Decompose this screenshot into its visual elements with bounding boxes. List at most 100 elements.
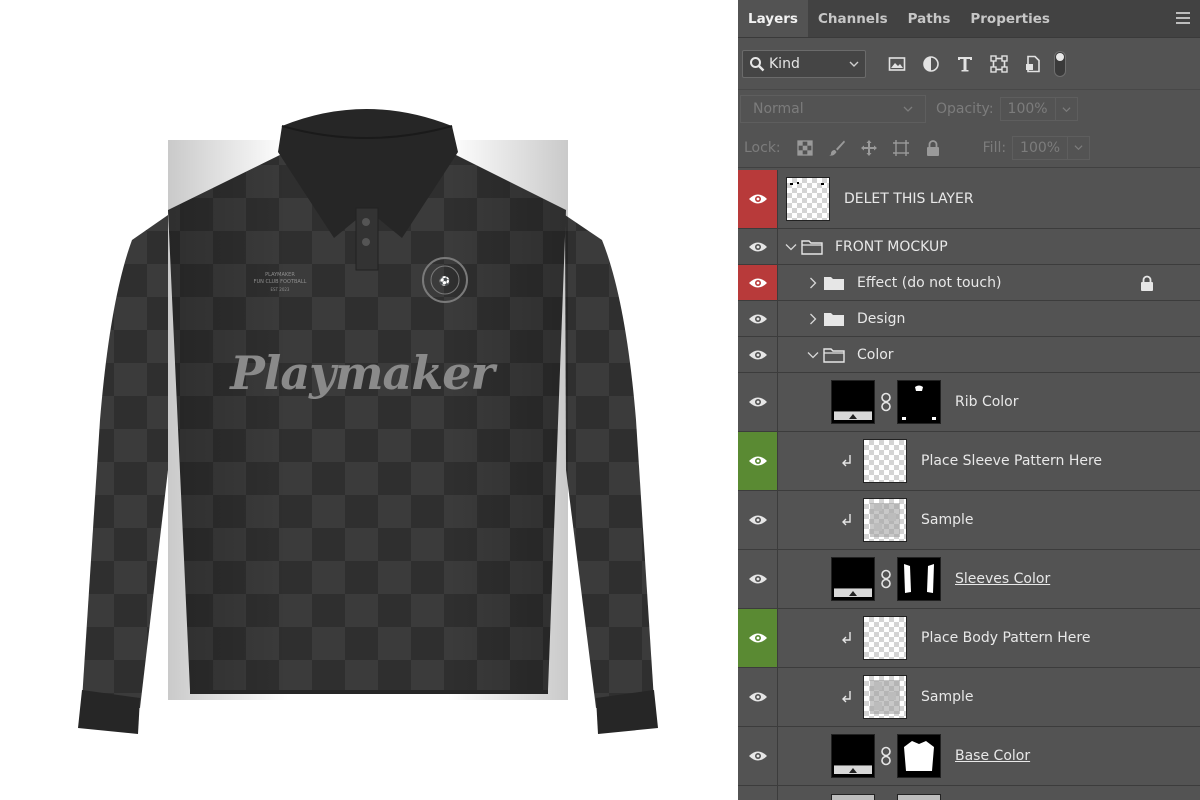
layer-name: Design (857, 310, 906, 327)
lock-row: Lock: Fill: 100% (738, 128, 1200, 168)
visibility-toggle[interactable] (738, 550, 778, 608)
clipping-mask-icon (842, 632, 851, 644)
fill-thumbnail (831, 557, 875, 601)
fill-input[interactable]: 100% (1012, 135, 1069, 160)
lock-icon (926, 139, 939, 156)
eye-icon (748, 242, 767, 251)
lock-label: Lock: (744, 139, 781, 156)
visibility-toggle[interactable] (738, 301, 778, 336)
lock-all-button[interactable] (917, 136, 949, 160)
image-icon (888, 56, 906, 71)
visibility-toggle[interactable] (738, 432, 778, 490)
blend-mode-value: Normal (753, 101, 804, 117)
chest-text-line3: EST 2023 (270, 287, 290, 292)
fill-dropdown[interactable] (1068, 135, 1091, 160)
visibility-toggle[interactable] (738, 491, 778, 549)
layer-row[interactable]: DELET THIS LAYER (738, 170, 1200, 229)
layer-group-row[interactable]: Effect (do not touch) (738, 265, 1200, 301)
filter-row: Kind (738, 38, 1200, 90)
opacity-dropdown[interactable] (1055, 97, 1078, 121)
link-icon[interactable] (879, 746, 893, 766)
chevron-down-icon[interactable] (807, 349, 819, 361)
layer-group-row[interactable]: Color (738, 337, 1200, 373)
brush-icon (828, 140, 845, 156)
layers-list: DELET THIS LAYER FRONT MOCKUP Effect (do (738, 170, 1200, 800)
eye-icon (748, 314, 767, 323)
chest-text: PLAYMAKER FUN CLUB FOOTBALL EST 2023 (240, 272, 320, 293)
filter-type-button[interactable] (948, 50, 982, 78)
eye-icon (748, 350, 767, 359)
lock-pixels-button[interactable] (821, 136, 853, 160)
visibility-toggle[interactable] (738, 337, 778, 372)
lock-position-button[interactable] (853, 136, 885, 160)
chevron-right-icon[interactable] (807, 277, 819, 289)
move-icon (860, 139, 877, 156)
chest-text-line1: PLAYMAKER (265, 272, 295, 278)
tab-properties[interactable]: Properties (960, 0, 1060, 37)
chevron-down-icon[interactable] (785, 241, 797, 253)
mask-thumbnail[interactable] (897, 734, 941, 778)
tab-paths[interactable]: Paths (898, 0, 961, 37)
checkerboard-icon (796, 139, 813, 156)
link-icon[interactable] (879, 392, 893, 412)
layer-row[interactable]: Rib Color (738, 373, 1200, 432)
panel-tabs: Layers Channels Paths Properties (738, 0, 1200, 38)
svg-text:⚽: ⚽ (438, 275, 450, 287)
filter-shape-button[interactable] (982, 50, 1016, 78)
clipping-mask-icon (842, 455, 851, 467)
filter-pixel-button[interactable] (880, 50, 914, 78)
layer-row[interactable] (738, 786, 1200, 800)
layer-row[interactable]: Sample (738, 668, 1200, 727)
layer-group-row[interactable]: FRONT MOCKUP (738, 229, 1200, 265)
folder-icon (824, 312, 844, 326)
layer-thumbnail (863, 439, 907, 483)
visibility-toggle[interactable] (738, 170, 778, 228)
mask-thumbnail[interactable] (897, 380, 941, 424)
filter-smartobject-button[interactable] (1016, 50, 1050, 78)
visibility-toggle[interactable] (738, 373, 778, 431)
layer-row[interactable]: Base Color (738, 727, 1200, 786)
clipping-mask-icon (842, 691, 851, 703)
layer-row[interactable]: Sample (738, 491, 1200, 550)
layer-name: Sleeves Color (955, 571, 1051, 587)
tab-channels[interactable]: Channels (808, 0, 898, 37)
layer-group-row[interactable]: Design (738, 301, 1200, 337)
sample-pattern (870, 503, 900, 537)
layer-row[interactable]: Place Body Pattern Here (738, 609, 1200, 668)
visibility-toggle[interactable] (738, 727, 778, 785)
shape-icon (990, 54, 1008, 73)
link-icon[interactable] (879, 569, 893, 589)
opacity-input[interactable]: 100% (999, 97, 1056, 121)
layer-thumbnail (786, 177, 830, 221)
eye-icon (748, 515, 767, 525)
mask-shape (904, 741, 934, 771)
chevron-right-icon[interactable] (807, 313, 819, 325)
kind-filter-select[interactable]: Kind (742, 49, 866, 78)
folder-open-icon (823, 347, 845, 363)
chevron-down-icon (1062, 106, 1071, 112)
layer-row[interactable]: Sleeves Color (738, 550, 1200, 609)
lock-artboard-button[interactable] (885, 136, 917, 160)
visibility-toggle[interactable] (738, 786, 778, 800)
visibility-toggle[interactable] (738, 609, 778, 667)
layer-name: Sample (921, 689, 974, 705)
layer-row[interactable]: Place Sleeve Pattern Here (738, 432, 1200, 491)
mask-shape (904, 564, 934, 593)
layer-thumbnail (863, 675, 907, 719)
folder-open-icon (801, 239, 823, 255)
mask-thumbnail[interactable] (897, 557, 941, 601)
visibility-toggle[interactable] (738, 265, 778, 300)
eye-icon (748, 633, 767, 643)
blend-mode-select[interactable]: Normal (740, 95, 926, 123)
visibility-toggle[interactable] (738, 668, 778, 726)
eye-icon (748, 574, 767, 584)
lock-transparent-button[interactable] (789, 136, 821, 160)
chevron-down-icon (1074, 145, 1083, 151)
visibility-toggle[interactable] (738, 229, 778, 264)
panel-menu-icon[interactable] (1176, 12, 1190, 26)
shirt-illustration: ⚽ (78, 109, 658, 734)
chevron-down-icon (849, 61, 859, 67)
tab-layers[interactable]: Layers (738, 0, 808, 37)
filter-adjustment-button[interactable] (914, 50, 948, 78)
filter-toggle-switch[interactable] (1054, 50, 1066, 77)
